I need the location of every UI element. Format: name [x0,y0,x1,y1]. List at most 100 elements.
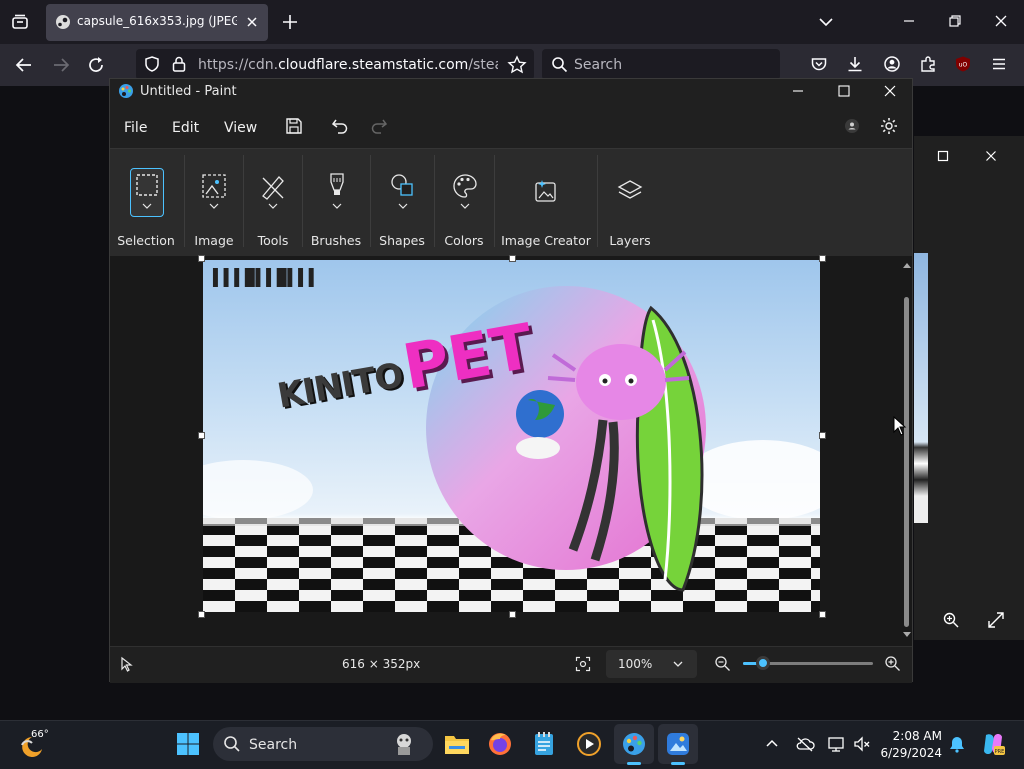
resize-handle[interactable] [198,611,205,618]
ublock-origin-icon[interactable]: uO [954,55,972,73]
redo-icon[interactable] [369,116,389,136]
resize-handle[interactable] [819,255,826,262]
image-barcode-text: ▌▌▌█▌▌█▌▌▌ [213,268,320,287]
zoom-level-value: 100% [618,657,653,671]
viewer-maximize-icon[interactable] [936,149,950,163]
viewer-fullscreen-icon[interactable] [987,611,1005,629]
image-creator-sparkle-icon[interactable] [532,177,560,205]
tracking-shield-icon[interactable] [143,55,161,73]
zoom-slider-thumb[interactable] [755,656,770,670]
colors-palette-icon[interactable] [451,172,479,214]
forward-arrow-icon[interactable] [51,55,71,75]
account-badge-icon[interactable] [843,117,861,135]
url-suffix: /steam/app [468,57,498,73]
selection-tool-button[interactable] [130,168,164,217]
notification-bell-icon[interactable] [948,735,966,753]
paint-close-icon[interactable] [883,84,897,98]
browser-restore-icon[interactable] [947,13,963,29]
resize-handle[interactable] [509,611,516,618]
downloads-icon[interactable] [846,55,864,73]
undo-icon[interactable] [330,116,350,136]
paint-minimize-icon[interactable] [791,84,805,98]
list-tabs-chevron-icon[interactable] [817,13,835,31]
mouse-cursor-icon [893,416,907,436]
tab-close-icon[interactable] [245,15,259,29]
tool-label-shapes[interactable]: Shapes [374,233,430,248]
resize-handle[interactable] [819,432,826,439]
tab-overview-icon[interactable] [10,12,30,32]
display-icon[interactable] [827,735,845,753]
brushes-icon[interactable] [323,170,351,214]
account-icon[interactable] [883,55,901,73]
tool-label-image[interactable]: Image [188,233,240,248]
menu-view[interactable]: View [224,120,257,136]
photos-taskbar-icon[interactable] [665,731,691,757]
save-icon[interactable] [284,116,304,136]
ribbon-separator [597,155,598,247]
firefox-icon[interactable] [487,731,513,757]
image-tool-icon[interactable] [200,172,228,214]
hamburger-menu-icon[interactable] [990,55,1008,73]
taskbar-search-label: Search [249,737,298,753]
resize-handle[interactable] [198,432,205,439]
tool-label-layers[interactable]: Layers [602,233,658,248]
bookmark-star-icon[interactable] [507,55,527,75]
show-hidden-icons-chevron-icon[interactable] [765,737,779,751]
new-tab-icon[interactable] [281,13,299,31]
menu-edit[interactable]: Edit [172,120,199,136]
fit-to-window-icon[interactable] [575,656,591,672]
back-arrow-icon[interactable] [14,55,34,75]
tool-label-colors[interactable]: Colors [438,233,490,248]
scroll-down-arrow-icon[interactable] [901,630,913,640]
ribbon-separator [434,155,435,247]
taskbar-search-icon [223,735,241,753]
ribbon-separator [243,155,244,247]
url-text[interactable]: https://cdn.cloudflare.steamstatic.com/s… [198,57,498,73]
reload-icon[interactable] [86,55,106,75]
canvas-image[interactable]: ▌▌▌█▌▌█▌▌▌ KINITO PET [203,260,820,612]
extensions-puzzle-icon[interactable] [919,55,937,73]
windows-start-icon[interactable] [176,732,200,756]
notepad-icon[interactable] [532,731,556,757]
scroll-up-arrow-icon[interactable] [901,260,913,270]
resize-handle[interactable] [509,255,516,262]
shapes-icon[interactable] [389,172,417,214]
pocket-icon[interactable] [810,55,828,73]
lock-icon[interactable] [171,55,187,73]
paint-maximize-icon[interactable] [837,84,851,98]
browser-close-icon[interactable] [993,13,1009,29]
copilot-icon[interactable]: PRE [980,731,1006,757]
taskbar-clock-time[interactable]: 2:08 AM [868,729,942,743]
tool-label-selection[interactable]: Selection [116,233,176,248]
search-icon [551,56,568,73]
tool-label-image-creator[interactable]: Image Creator [498,233,594,248]
browser-minimize-icon[interactable] [901,13,917,29]
paint-running-indicator [627,762,641,765]
viewer-zoom-in-icon[interactable] [942,611,960,629]
onedrive-cloud-icon[interactable] [795,736,815,752]
taskbar-clock-date[interactable]: 6/29/2024 [856,746,942,760]
settings-gear-icon[interactable] [879,116,899,136]
zoom-slider-track[interactable] [743,656,873,670]
media-player-icon[interactable] [576,731,602,757]
photos-viewer-window [914,136,1024,640]
paint-taskbar-icon[interactable] [621,731,647,757]
viewer-image-strip [914,253,928,523]
tool-label-brushes[interactable]: Brushes [306,233,366,248]
resize-handle[interactable] [819,611,826,618]
layers-icon[interactable] [616,177,644,205]
resize-handle[interactable] [198,255,205,262]
zoom-out-icon[interactable] [714,655,731,672]
search-input[interactable]: Search [574,57,622,73]
file-explorer-icon[interactable] [444,732,470,756]
menu-file[interactable]: File [124,120,147,136]
paint-window-title: Untitled - Paint [140,84,237,99]
vertical-scrollbar-thumb[interactable] [904,297,909,627]
ribbon-separator [370,155,371,247]
viewer-close-icon[interactable] [984,149,998,163]
tools-pencil-icon[interactable] [259,172,287,214]
canvas-dimensions: 616 × 352px [342,657,421,671]
tool-label-tools[interactable]: Tools [247,233,299,248]
chevron-down-icon[interactable] [672,658,684,670]
zoom-in-icon[interactable] [884,655,901,672]
